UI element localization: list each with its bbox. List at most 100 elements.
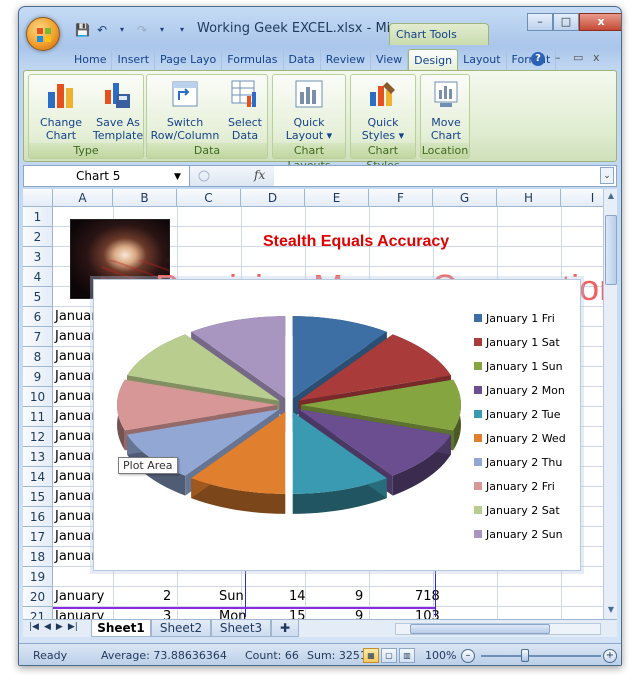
row-header-8[interactable]: 8 [23, 347, 53, 367]
legend-item[interactable]: January 2 Thu [474, 455, 562, 469]
normal-view-icon[interactable]: ▦ [363, 648, 379, 663]
zoom-out-icon[interactable]: – [461, 649, 475, 663]
scroll-up-icon[interactable]: ▲ [604, 189, 618, 203]
cell-b19[interactable]: 2 [163, 587, 171, 607]
help-icon[interactable]: ? [531, 52, 545, 66]
column-header-d[interactable]: D [241, 189, 305, 207]
move-chart-button[interactable]: Move Chart [423, 78, 469, 142]
ribbon-close-icon[interactable]: x [593, 51, 600, 64]
scroll-down-icon[interactable]: ▼ [604, 603, 618, 617]
switch-row-column-button[interactable]: Switch Row/Column [149, 78, 221, 142]
dropdown-icon[interactable]: ▾ [115, 23, 129, 37]
column-header-f[interactable]: F [369, 189, 433, 207]
zoom-slider-track[interactable] [481, 655, 601, 657]
row-header-14[interactable]: 14 [23, 467, 53, 487]
prev-sheet-icon[interactable]: ◀ [44, 622, 51, 632]
legend-item[interactable]: January 2 Sun [474, 527, 563, 541]
cell-e19[interactable]: 9 [355, 587, 363, 607]
cell-a19[interactable]: January [55, 587, 104, 607]
vertical-scroll-thumb[interactable] [605, 215, 617, 285]
row-header-21[interactable]: 21 [23, 607, 53, 619]
name-box[interactable]: Chart 5 [24, 166, 190, 186]
sheet-tab-sheet3[interactable]: Sheet3 [211, 620, 271, 637]
row-header-18[interactable]: 18 [23, 547, 53, 567]
select-data-button[interactable]: Select Data [223, 78, 267, 142]
sheet-tab-sheet1[interactable]: Sheet1 [91, 620, 151, 637]
zoom-in-icon[interactable]: + [603, 649, 617, 663]
close-button[interactable]: x [579, 13, 621, 31]
column-header-g[interactable]: G [433, 189, 497, 207]
row-header-13[interactable]: 13 [23, 447, 53, 467]
redo-icon[interactable]: ↷ [135, 23, 149, 37]
tab-page-layout[interactable]: Page Layo [155, 49, 223, 71]
legend-item[interactable]: January 2 Tue [474, 407, 560, 421]
row-header-10[interactable]: 10 [23, 387, 53, 407]
sheet-tab-sheet2[interactable]: Sheet2 [151, 620, 211, 637]
tab-layout[interactable]: Layout [458, 49, 507, 71]
row-header-9[interactable]: 9 [23, 367, 53, 387]
cell-d19[interactable]: 14 [289, 587, 306, 607]
zoom-level[interactable]: 100% [425, 649, 456, 662]
row-header-15[interactable]: 15 [23, 487, 53, 507]
tab-insert[interactable]: Insert [112, 49, 156, 71]
customize-toolbar-icon[interactable]: ▾ [175, 23, 189, 37]
row-header-19[interactable]: 19 [23, 567, 53, 587]
column-header-b[interactable]: B [113, 189, 177, 207]
expand-formula-bar-icon[interactable]: ⌄ [600, 167, 614, 184]
insert-sheet-icon[interactable]: ✚ [271, 620, 299, 637]
save-as-template-button[interactable]: Save As Template [91, 78, 145, 142]
row-header-3[interactable]: 3 [23, 247, 53, 267]
page-layout-view-icon[interactable]: ▢ [381, 648, 397, 663]
tab-design[interactable]: Design [408, 49, 459, 71]
zoom-slider-knob[interactable] [521, 649, 529, 662]
quick-styles-button[interactable]: Quick Styles ▾ [355, 78, 411, 142]
row-header-1[interactable]: 1 [23, 207, 53, 227]
horizontal-scroll-thumb[interactable] [410, 624, 550, 634]
horizontal-scrollbar[interactable] [395, 623, 601, 635]
row-header-6[interactable]: 6 [23, 307, 53, 327]
ribbon-restore-icon[interactable]: ▭ [573, 51, 583, 64]
tab-data[interactable]: Data [284, 49, 321, 71]
row-header-7[interactable]: 7 [23, 327, 53, 347]
tab-formulas[interactable]: Formulas [222, 49, 284, 71]
quick-layout-button[interactable]: Quick Layout ▾ [277, 78, 341, 142]
undo-icon[interactable]: ↶ [95, 23, 109, 37]
legend-item[interactable]: January 2 Mon [474, 383, 565, 397]
cell-f19[interactable]: 718 [415, 587, 440, 607]
column-header-i[interactable]: I [561, 189, 603, 207]
first-sheet-icon[interactable]: |◀ [29, 622, 39, 632]
legend-item[interactable]: January 1 Fri [474, 311, 555, 325]
column-header-e[interactable]: E [305, 189, 369, 207]
legend-item[interactable]: January 1 Sun [474, 359, 563, 373]
minimize-button[interactable]: – [527, 13, 553, 31]
maximize-button[interactable]: □ [553, 13, 579, 31]
row-header-4[interactable]: 4 [23, 267, 53, 287]
tab-review[interactable]: Review [321, 49, 372, 71]
select-all-corner[interactable] [23, 189, 53, 207]
row-header-17[interactable]: 17 [23, 527, 53, 547]
last-sheet-icon[interactable]: ▶| [68, 622, 78, 632]
column-header-c[interactable]: C [177, 189, 241, 207]
ribbon-minimize-icon[interactable]: – [555, 51, 561, 64]
page-break-view-icon[interactable]: ▥ [399, 648, 415, 663]
legend-item[interactable]: January 2 Fri [474, 479, 555, 493]
office-button[interactable] [26, 17, 60, 51]
row-header-20[interactable]: 20 [23, 587, 53, 607]
legend-item[interactable]: January 2 Wed [474, 431, 566, 445]
column-header-h[interactable]: H [497, 189, 561, 207]
tab-view[interactable]: View [371, 49, 409, 71]
row-header-2[interactable]: 2 [23, 227, 53, 247]
name-box-dropdown-icon[interactable]: ▼ [174, 172, 181, 182]
save-icon[interactable]: 💾 [75, 23, 90, 37]
row-header-5[interactable]: 5 [23, 287, 53, 307]
row-header-12[interactable]: 12 [23, 427, 53, 447]
legend-item[interactable]: January 1 Sat [474, 335, 560, 349]
row-header-16[interactable]: 16 [23, 507, 53, 527]
dropdown-icon[interactable]: ▾ [155, 23, 169, 37]
cell-c19[interactable]: Sun [219, 587, 244, 607]
vertical-scrollbar[interactable]: ▲ ▼ [603, 189, 617, 619]
cancel-icon[interactable] [198, 170, 210, 182]
column-header-a[interactable]: A [53, 189, 113, 207]
insert-function-button[interactable]: fx [254, 168, 265, 182]
next-sheet-icon[interactable]: ▶ [56, 622, 63, 632]
